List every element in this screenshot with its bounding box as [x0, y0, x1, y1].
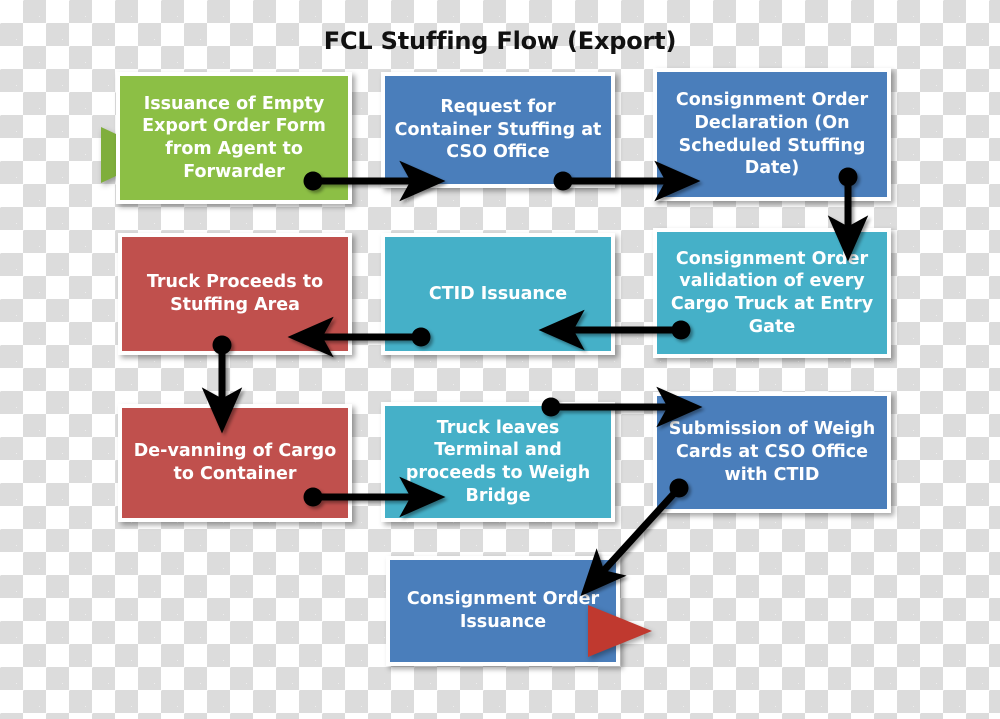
- node-consignment-order-issuance[interactable]: Consignment Order Issuance: [386, 556, 620, 666]
- node-submission-of-weigh-cards[interactable]: Submission of Weigh Cards at CSO Office …: [653, 392, 891, 513]
- node-consignment-order-validation[interactable]: Consignment Order validation of every Ca…: [653, 228, 891, 358]
- node-label: Issuance of Empty Export Order Form from…: [142, 93, 326, 182]
- node-request-for-container-stuffing[interactable]: Request for Container Stuffing at CSO Of…: [381, 72, 615, 188]
- node-label: Submission of Weigh Cards at CSO Office …: [668, 419, 876, 485]
- node-de-vanning-of-cargo[interactable]: De-vanning of Cargo to Container: [118, 404, 352, 522]
- node-label: Truck leaves Terminal and proceeds to We…: [405, 417, 591, 506]
- node-truck-proceeds-to-stuffing-area[interactable]: Truck Proceeds to Stuffing Area: [118, 233, 352, 355]
- node-truck-leaves-terminal[interactable]: Truck leaves Terminal and proceeds to We…: [381, 402, 615, 522]
- node-label: De-vanning of Cargo to Container: [133, 441, 337, 484]
- node-label: Consignment Order Declaration (On Schedu…: [675, 90, 869, 179]
- page-title: FCL Stuffing Flow (Export): [323, 27, 677, 55]
- node-label: Consignment Order Issuance: [406, 589, 600, 632]
- node-issuance-of-empty-export-order-form[interactable]: Issuance of Empty Export Order Form from…: [116, 72, 352, 204]
- node-label: Consignment Order validation of every Ca…: [670, 248, 874, 337]
- node-ctid-issuance[interactable]: CTID Issuance: [381, 233, 615, 355]
- node-label: Request for Container Stuffing at CSO Of…: [394, 96, 602, 163]
- node-label: CTID Issuance: [428, 283, 568, 304]
- process-exit-marker-icon: [588, 605, 652, 657]
- node-label: Truck Proceeds to Stuffing Area: [146, 272, 324, 315]
- node-consignment-order-declaration[interactable]: Consignment Order Declaration (On Schedu…: [653, 68, 891, 201]
